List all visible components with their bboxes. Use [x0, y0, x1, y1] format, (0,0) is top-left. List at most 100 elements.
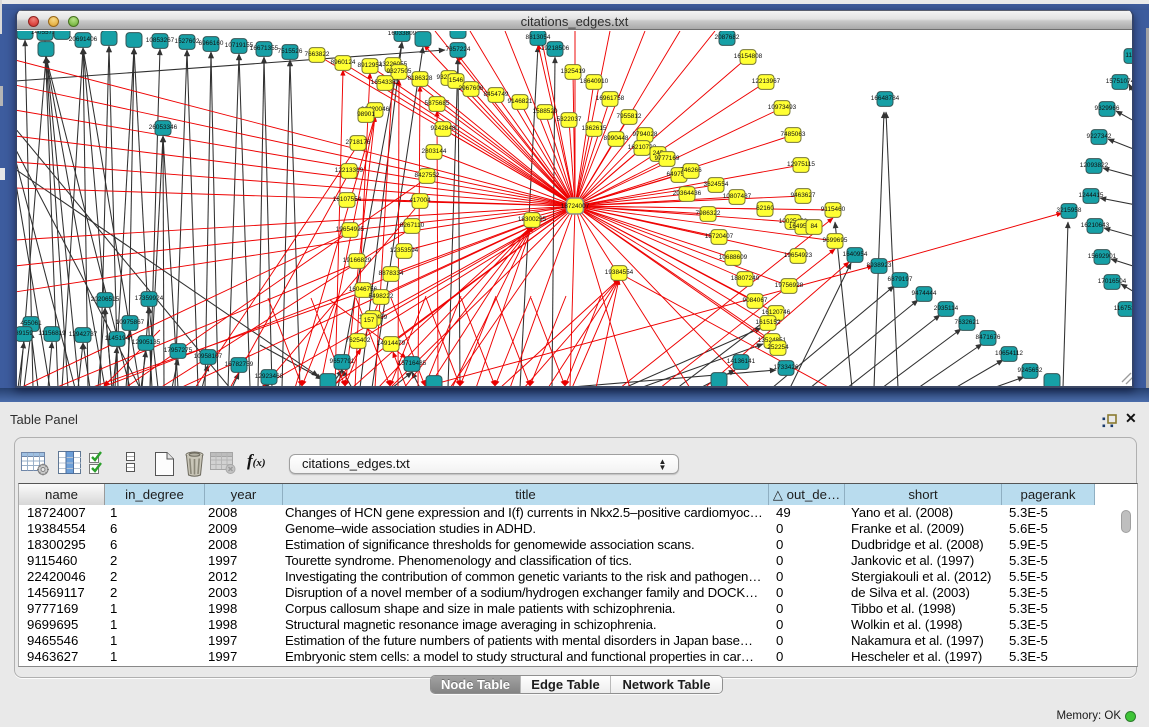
svg-text:16107554: 16107554	[333, 196, 362, 203]
svg-text:8960124: 8960124	[331, 59, 356, 66]
svg-text:39159: 39159	[17, 330, 33, 337]
svg-text:12905135: 12905135	[132, 339, 161, 346]
svg-text:1615152: 1615152	[756, 319, 781, 326]
svg-text:17016504: 17016504	[1098, 278, 1127, 285]
svg-text:455061: 455061	[20, 320, 42, 327]
svg-text:18300295: 18300295	[518, 216, 547, 223]
svg-text:16120746: 16120746	[762, 309, 791, 316]
svg-text:20691406: 20691406	[69, 36, 98, 43]
svg-text:6879197: 6879197	[888, 276, 913, 283]
svg-text:10654112: 10654112	[995, 350, 1023, 357]
svg-text:17359924: 17359924	[135, 295, 164, 302]
svg-text:2087682: 2087682	[715, 34, 740, 41]
svg-text:9329966: 9329966	[1095, 105, 1120, 112]
svg-text:1112: 1112	[1125, 52, 1132, 59]
svg-text:10958107: 10958107	[194, 353, 223, 360]
svg-text:16782759: 16782759	[225, 361, 254, 368]
svg-text:5322037: 5322037	[557, 116, 582, 123]
svg-text:19166829: 19166829	[343, 257, 372, 264]
svg-text:9227342: 9227342	[1087, 133, 1112, 140]
svg-text:19654923: 19654923	[784, 252, 813, 259]
svg-text:3624554: 3624554	[704, 181, 729, 188]
svg-text:16033809: 16033809	[388, 31, 417, 37]
svg-text:9777169: 9777169	[655, 155, 680, 162]
svg-text:1527602: 1527602	[175, 38, 200, 45]
svg-text:7632621: 7632621	[955, 319, 980, 326]
svg-text:14136141: 14136141	[727, 358, 756, 365]
svg-text:8878334: 8878334	[379, 270, 404, 277]
svg-text:16671355: 16671355	[250, 45, 279, 52]
svg-text:7515526: 7515526	[278, 48, 303, 55]
svg-text:18724007: 18724007	[561, 203, 590, 210]
svg-text:2718176: 2718176	[346, 139, 371, 146]
svg-text:8813054: 8813054	[526, 34, 551, 41]
svg-text:18807249: 18807249	[731, 275, 760, 282]
svg-text:7485063: 7485063	[781, 131, 806, 138]
svg-text:9146821: 9146821	[508, 98, 533, 105]
svg-text:15751074: 15751074	[1106, 78, 1132, 85]
svg-text:17957275: 17957275	[164, 347, 193, 354]
svg-text:5875685: 5875685	[425, 100, 450, 107]
svg-text:2803144: 2803144	[422, 148, 447, 155]
svg-text:14914479: 14914479	[377, 340, 406, 347]
svg-text:62160: 62160	[756, 205, 774, 212]
svg-text:8471676: 8471676	[976, 334, 1001, 341]
svg-text:10853267: 10853267	[146, 37, 175, 44]
svg-text:9327505: 9327505	[387, 68, 412, 75]
svg-text:12093822: 12093822	[1080, 162, 1109, 169]
svg-text:10973493: 10973493	[768, 104, 797, 111]
svg-text:9242848: 9242848	[431, 125, 456, 132]
svg-text:20206515: 20206515	[91, 296, 120, 303]
svg-text:15716485: 15716485	[398, 360, 427, 367]
svg-text:8938923: 8938923	[867, 262, 892, 269]
svg-text:1546: 1546	[449, 77, 464, 84]
svg-text:10688609: 10688609	[719, 254, 748, 261]
svg-text:2935114: 2935114	[934, 305, 959, 312]
svg-text:746266: 746266	[680, 167, 702, 174]
svg-text:10807487: 10807487	[723, 193, 752, 200]
svg-text:1362615: 1362615	[582, 125, 607, 132]
svg-text:9115460: 9115460	[821, 206, 846, 213]
svg-text:9699695: 9699695	[823, 237, 848, 244]
svg-text:19654925: 19654925	[336, 226, 365, 233]
svg-text:417004: 417004	[409, 197, 431, 204]
svg-text:9474444: 9474444	[912, 290, 937, 297]
svg-text:19756928: 19756928	[775, 282, 804, 289]
svg-text:12353594: 12353594	[390, 247, 419, 254]
svg-text:7955812: 7955812	[617, 113, 642, 120]
svg-text:1640954: 1640954	[843, 251, 868, 258]
svg-text:10975867: 10975867	[116, 319, 145, 326]
svg-text:19218506: 19218506	[541, 45, 570, 52]
svg-text:157: 157	[364, 317, 375, 324]
svg-text:15692901: 15692901	[1088, 253, 1117, 260]
svg-text:7663822: 7663822	[305, 51, 330, 58]
svg-text:1733426: 1733426	[774, 364, 799, 371]
svg-text:9245652: 9245652	[1018, 367, 1043, 374]
svg-text:7986322: 7986322	[696, 210, 721, 217]
svg-text:8267110: 8267110	[400, 222, 425, 229]
svg-text:20364436: 20364436	[673, 190, 702, 197]
svg-text:3215958: 3215958	[1057, 207, 1082, 214]
svg-text:1145194: 1145194	[105, 335, 130, 342]
svg-text:12975115: 12975115	[787, 161, 815, 168]
svg-text:2967608: 2967608	[459, 85, 484, 92]
svg-text:5498222: 5498222	[369, 293, 394, 300]
svg-text:19384554: 19384554	[605, 269, 634, 276]
svg-text:1588520: 1588520	[533, 108, 558, 115]
svg-text:16543382: 16543382	[371, 79, 400, 86]
svg-text:12213369: 12213369	[335, 167, 364, 174]
svg-text:8454749: 8454749	[484, 91, 509, 98]
svg-text:18640910: 18640910	[580, 78, 609, 85]
svg-text:16210643: 16210643	[1081, 222, 1110, 229]
svg-text:16648784: 16648784	[871, 95, 900, 102]
svg-text:6966160: 6966160	[199, 40, 224, 47]
svg-text:252254: 252254	[767, 344, 789, 351]
svg-text:9657791: 9657791	[330, 358, 355, 365]
svg-text:8990448: 8990448	[604, 135, 629, 142]
svg-text:26053346: 26053346	[149, 124, 178, 131]
svg-text:7357224: 7357224	[446, 46, 471, 53]
svg-text:16154808: 16154808	[734, 53, 763, 60]
svg-text:8186328: 8186328	[408, 75, 433, 82]
svg-text:1244415: 1244415	[1079, 192, 1104, 199]
svg-text:9794028: 9794028	[633, 131, 658, 138]
